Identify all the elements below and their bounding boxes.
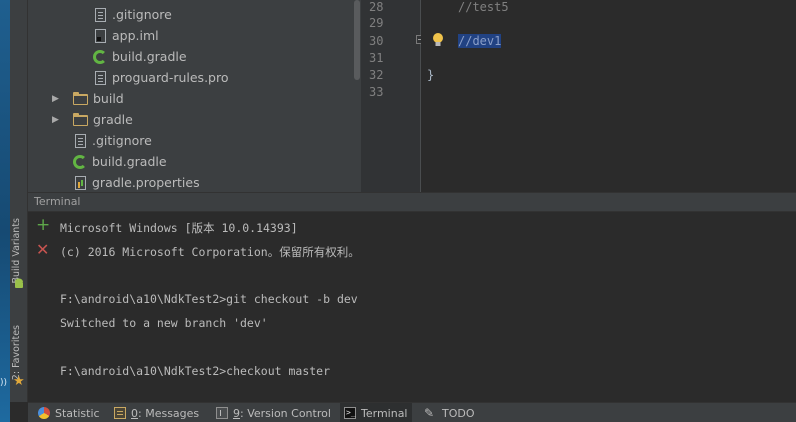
new-session-button[interactable]: + [36, 217, 50, 234]
android-icon [15, 278, 23, 288]
expand-arrow-icon[interactable]: ▶ [52, 94, 64, 104]
code-editor[interactable]: //test5 //dev1 } [421, 0, 796, 192]
tab-label: Statistic [55, 406, 100, 420]
folder-icon [73, 92, 88, 105]
tab-todo[interactable]: ✎ TODO [420, 403, 479, 422]
code-line: } [427, 68, 435, 82]
tree-item-label: app.iml [112, 28, 159, 43]
tree-item[interactable]: app.iml [93, 25, 159, 46]
file-icon [95, 7, 106, 22]
tab-statistic[interactable]: Statistic [34, 403, 104, 422]
favorites-tab[interactable]: 2: Favorites [11, 325, 22, 380]
line-number: 30 [369, 34, 384, 48]
tree-item[interactable]: .gitignore [73, 130, 152, 151]
project-tree: .gitignore app.iml build.gradle proguard… [28, 0, 353, 192]
tree-scrollbar[interactable] [353, 0, 361, 192]
editor-gutter: 28 29 30 31 32 33 [361, 0, 421, 192]
terminal-line: (c) 2016 Microsoft Corporation。保留所有权利。 [60, 245, 360, 259]
file-icon [95, 70, 106, 85]
version-control-icon [216, 407, 228, 419]
line-number: 31 [369, 51, 384, 65]
line-number: 29 [369, 16, 384, 30]
file-icon [75, 133, 86, 148]
line-number: 32 [369, 68, 384, 82]
terminal-title: Terminal [34, 195, 81, 208]
terminal-header: Terminal [28, 192, 796, 212]
tree-item[interactable]: build.gradle [73, 151, 167, 172]
expand-arrow-icon[interactable]: ▶ [52, 115, 64, 125]
terminal-line: F:\android\a10\NdkTest2>checkout master [60, 364, 331, 378]
tree-item-label: build.gradle [92, 154, 167, 169]
terminal-line: Microsoft Windows [版本 10.0.14393] [60, 221, 298, 235]
tab-messages[interactable]: 0: Messages [110, 403, 203, 422]
close-session-button[interactable]: ✕ [36, 242, 49, 258]
folder-icon [73, 113, 88, 126]
desktop-background: )) [0, 0, 10, 422]
tree-item[interactable]: build.gradle [93, 46, 187, 67]
line-number: 28 [369, 0, 384, 14]
tree-item[interactable]: proguard-rules.pro [93, 67, 229, 88]
messages-icon [114, 407, 126, 419]
tab-label: Terminal [361, 406, 408, 420]
code-line: //test5 [458, 0, 509, 14]
tree-item[interactable]: ▶ build [52, 88, 124, 109]
tool-window-bar: Statistic 0: Messages 9: Version Control… [28, 402, 796, 422]
terminal-line: F:\android\a10\NdkTest2>git checkout -b … [60, 292, 358, 306]
tree-item[interactable]: gradle.properties [73, 172, 200, 192]
star-icon: ★ [13, 374, 25, 389]
terminal-icon: >_ [344, 407, 356, 419]
line-number: 33 [369, 85, 384, 99]
statistic-icon [38, 407, 50, 419]
tree-item-label: .gitignore [92, 133, 152, 148]
tab-label: TODO [442, 406, 475, 420]
tab-shortcut: 0 [131, 406, 138, 420]
tree-item-label: gradle [93, 112, 133, 127]
terminal-toolbar: + ✕ [28, 212, 58, 402]
tree-item-label: gradle.properties [92, 175, 200, 190]
tab-label: : Version Control [240, 406, 331, 420]
iml-file-icon [95, 28, 106, 43]
tree-item-label: proguard-rules.pro [112, 70, 229, 85]
gradle-icon [93, 49, 107, 64]
terminal-line: Switched to a new branch 'dev' [60, 316, 268, 330]
tree-item[interactable]: ▶ gradle [52, 109, 133, 130]
tree-item-label: .gitignore [112, 7, 172, 22]
selected-code-line: //dev1 [458, 34, 502, 48]
properties-file-icon [75, 175, 86, 190]
wifi-icon: )) [0, 378, 8, 388]
tree-item-label: build.gradle [112, 49, 187, 64]
tab-terminal[interactable]: >_ Terminal [340, 403, 412, 422]
left-tool-strip: Build Variants 2: Favorites ★ [10, 0, 28, 402]
tree-item[interactable]: .gitignore [93, 4, 172, 25]
gradle-icon [73, 154, 87, 169]
tab-shortcut: 9 [233, 406, 240, 420]
tab-label: : Messages [138, 406, 200, 420]
tree-item-label: build [93, 91, 124, 106]
lightbulb-icon[interactable] [432, 32, 444, 48]
tree-scroll-thumb[interactable] [354, 0, 360, 80]
todo-icon: ✎ [424, 406, 435, 420]
build-variants-tab[interactable]: Build Variants [11, 218, 22, 284]
tab-version-control[interactable]: 9: Version Control [212, 403, 335, 422]
terminal-output[interactable]: Microsoft Windows [版本 10.0.14393] (c) 20… [58, 212, 796, 402]
